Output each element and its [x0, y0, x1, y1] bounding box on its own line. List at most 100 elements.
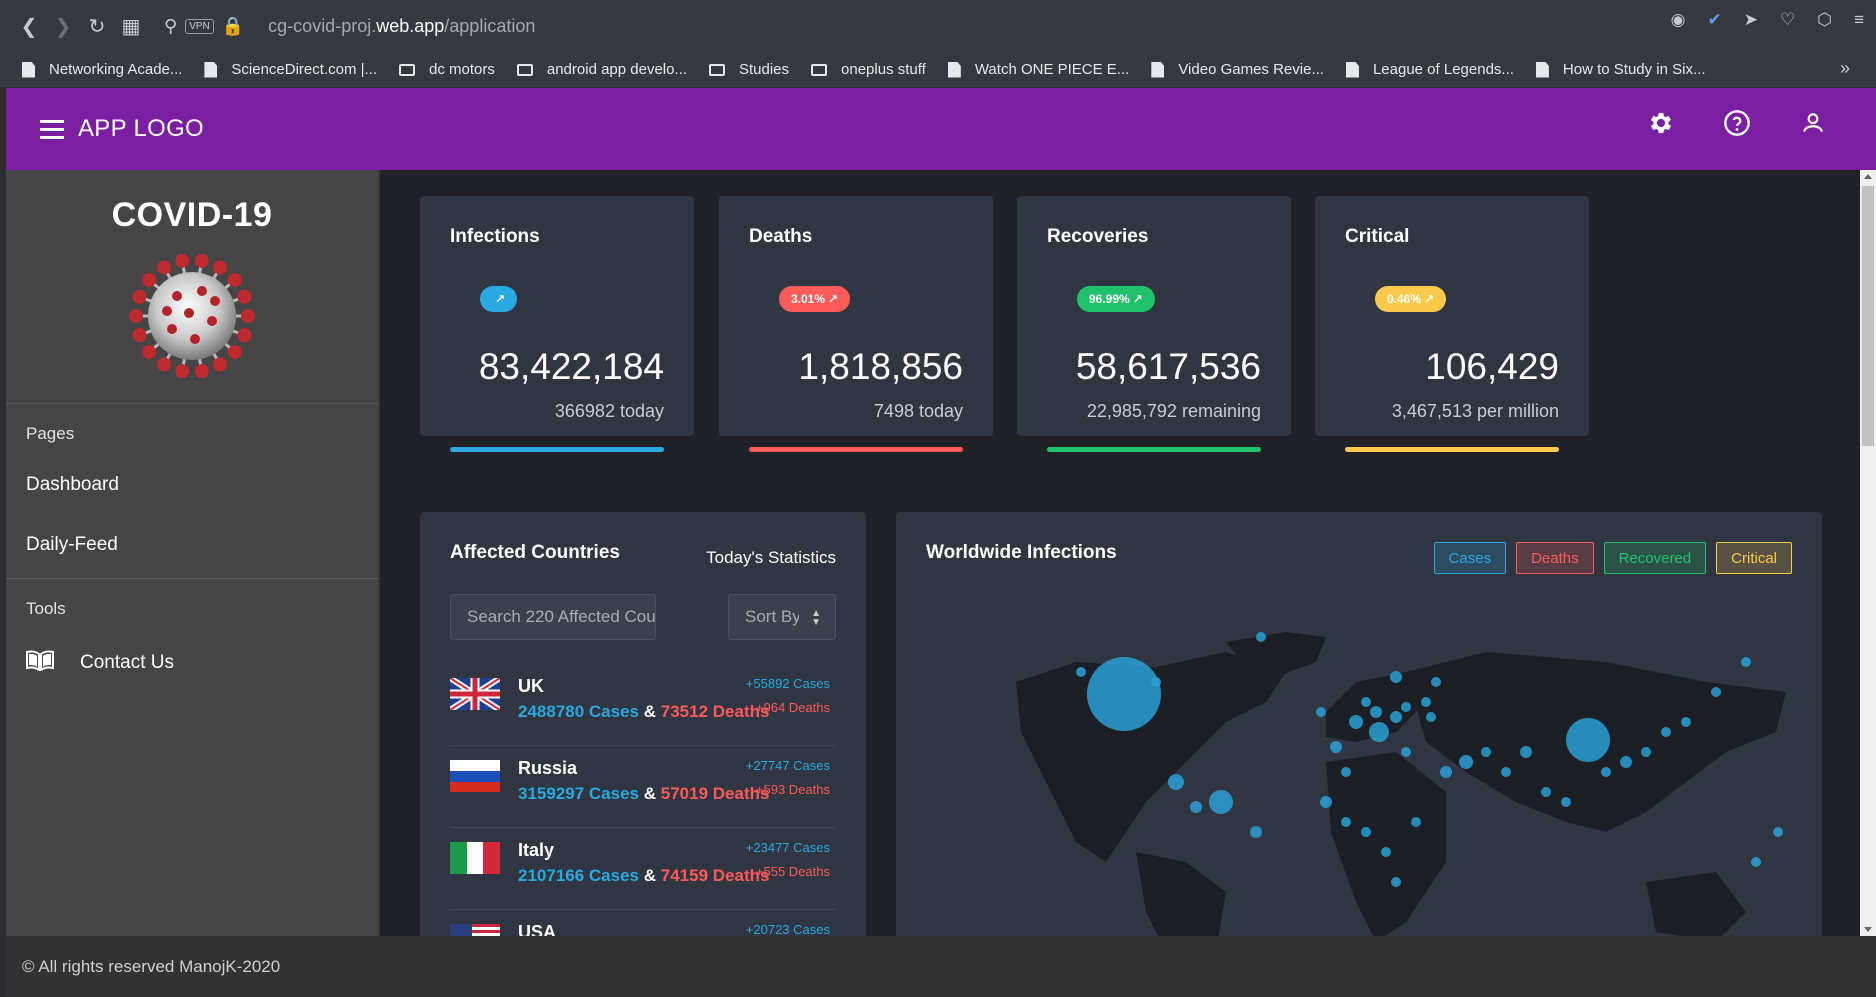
map-bubble[interactable]	[1711, 687, 1721, 697]
country-row[interactable]: UK 2488780 Cases & 73512 Deaths +55892 Cas…	[450, 664, 836, 746]
map-bubble[interactable]	[1520, 746, 1532, 758]
map-bubble[interactable]	[1741, 657, 1751, 667]
settings-lines-icon[interactable]: ≡	[1854, 10, 1864, 30]
map-bubble[interactable]	[1320, 796, 1332, 808]
map-bubble[interactable]	[1349, 715, 1363, 729]
map-bubble[interactable]	[1440, 766, 1452, 778]
bookmark-item[interactable]: Video Games Revie...	[1151, 61, 1324, 78]
map-bubble[interactable]	[1421, 697, 1431, 707]
hamburger-menu-icon[interactable]	[40, 119, 64, 139]
bookmark-item[interactable]: ScienceDirect.com |...	[204, 61, 377, 78]
sidebar-item-contact[interactable]: Contact Us	[6, 649, 378, 677]
amp-separator: &	[643, 866, 657, 885]
map-bubble[interactable]	[1209, 790, 1233, 814]
stat-progress-bar	[749, 447, 963, 452]
stat-badge: 3.01% ↗	[779, 286, 851, 312]
bookmark-item[interactable]: League of Legends...	[1345, 61, 1514, 78]
map-bubble[interactable]	[1151, 677, 1161, 687]
map-bubble[interactable]	[1501, 767, 1511, 777]
map-bubble[interactable]	[1087, 657, 1161, 731]
bookmark-item[interactable]: oneplus stuff	[811, 61, 926, 78]
map-bubble[interactable]	[1541, 787, 1551, 797]
send-icon[interactable]: ➤	[1744, 10, 1758, 30]
map-bubble[interactable]	[1391, 877, 1401, 887]
tabs-grid-icon[interactable]: ▦	[114, 9, 148, 43]
map-bubble[interactable]	[1601, 767, 1611, 777]
help-icon[interactable]	[1722, 108, 1752, 138]
vpn-badge[interactable]: VPN	[185, 18, 214, 34]
sort-select[interactable]: Sort By ▲ ▼	[728, 594, 836, 640]
map-bubble[interactable]	[1370, 706, 1382, 718]
map-bubble[interactable]	[1076, 667, 1086, 677]
heart-icon[interactable]: ♡	[1780, 10, 1795, 30]
map-tab-cases[interactable]: Cases	[1433, 542, 1507, 574]
map-bubble[interactable]	[1341, 767, 1351, 777]
map-bubble[interactable]	[1361, 697, 1371, 707]
map-bubble[interactable]	[1773, 827, 1783, 837]
stat-progress-bar	[1345, 447, 1559, 452]
bookmarks-overflow-icon[interactable]: »	[1840, 58, 1850, 79]
map-bubble[interactable]	[1250, 826, 1262, 838]
world-map[interactable]	[926, 622, 1792, 936]
country-deaths: 57019 Deaths	[660, 784, 770, 803]
map-bubble[interactable]	[1369, 722, 1389, 742]
box-icon[interactable]: ⬡	[1817, 10, 1832, 30]
map-bubble[interactable]	[1401, 702, 1411, 712]
map-bubble[interactable]	[1431, 677, 1441, 687]
map-bubble[interactable]	[1316, 707, 1326, 717]
bookmark-item[interactable]: How to Study in Six...	[1535, 61, 1705, 78]
country-row[interactable]: Russia 3159297 Cases & 57019 Deaths +27747…	[450, 746, 836, 828]
new-deaths: +555 Deaths	[755, 864, 830, 879]
map-bubble[interactable]	[1256, 632, 1266, 642]
map-bubble[interactable]	[1341, 817, 1351, 827]
bookmark-item[interactable]: Watch ONE PIECE E...	[947, 61, 1129, 78]
sidebar-item-dashboard[interactable]: Dashboard	[6, 474, 378, 496]
map-bubble[interactable]	[1751, 857, 1761, 867]
map-bubble[interactable]	[1190, 801, 1202, 813]
forward-icon[interactable]: ❯	[46, 9, 80, 43]
bookmark-item[interactable]: Networking Acade...	[22, 61, 182, 78]
map-bubble[interactable]	[1566, 718, 1610, 762]
address-bar[interactable]: ⚲ VPN 🔒 cg-covid-proj.web.app/applicatio…	[158, 16, 535, 37]
sidebar-item-daily-feed[interactable]: Daily-Feed	[6, 534, 378, 556]
map-bubble[interactable]	[1401, 747, 1411, 757]
virus-image	[127, 251, 257, 381]
bookmark-item[interactable]: android app develo...	[516, 61, 687, 78]
camera-icon[interactable]: ◉	[1671, 10, 1686, 30]
map-bubble[interactable]	[1661, 727, 1671, 737]
map-bubble[interactable]	[1390, 711, 1402, 723]
page-icon	[947, 61, 961, 78]
map-bubble[interactable]	[1561, 797, 1571, 807]
map-bubble[interactable]	[1381, 847, 1391, 857]
map-bubble[interactable]	[1390, 671, 1402, 683]
url-text[interactable]: cg-covid-proj.web.app/application	[268, 16, 535, 37]
page-scrollbar[interactable]	[1860, 170, 1876, 936]
stat-badge: 96.99% ↗	[1077, 286, 1155, 312]
map-tab-recovered[interactable]: Recovered	[1603, 542, 1707, 574]
bookmark-item[interactable]: dc motors	[399, 61, 495, 78]
country-row[interactable]: Italy 2107166 Cases & 74159 Deaths +23477 …	[450, 828, 836, 910]
shield-icon[interactable]: ✔	[1707, 10, 1721, 30]
map-bubble[interactable]	[1411, 817, 1421, 827]
map-bubble[interactable]	[1330, 741, 1342, 753]
map-bubble[interactable]	[1481, 747, 1491, 757]
app-logo[interactable]: APP LOGO	[78, 115, 204, 143]
map-bubble[interactable]	[1620, 756, 1632, 768]
reload-icon[interactable]: ↻	[80, 9, 114, 43]
settings-icon[interactable]	[1646, 108, 1676, 138]
map-tab-deaths[interactable]: Deaths	[1516, 542, 1594, 574]
map-bubble[interactable]	[1681, 717, 1691, 727]
map-tab-critical[interactable]: Critical	[1716, 542, 1792, 574]
map-bubble[interactable]	[1641, 747, 1651, 757]
country-row[interactable]: USA +20723 Cases	[450, 910, 836, 936]
country-search-input[interactable]: Search 220 Affected Countries	[450, 594, 656, 640]
todays-statistics-label[interactable]: Today's Statistics	[706, 548, 836, 568]
map-bubble[interactable]	[1361, 827, 1371, 837]
map-bubble[interactable]	[1168, 774, 1184, 790]
scrollbar-thumb[interactable]	[1862, 186, 1874, 446]
back-icon[interactable]: ❮	[12, 9, 46, 43]
bookmark-item[interactable]: Studies	[708, 61, 789, 78]
map-bubble[interactable]	[1459, 755, 1473, 769]
map-bubble[interactable]	[1426, 712, 1436, 722]
account-icon[interactable]	[1798, 108, 1828, 138]
